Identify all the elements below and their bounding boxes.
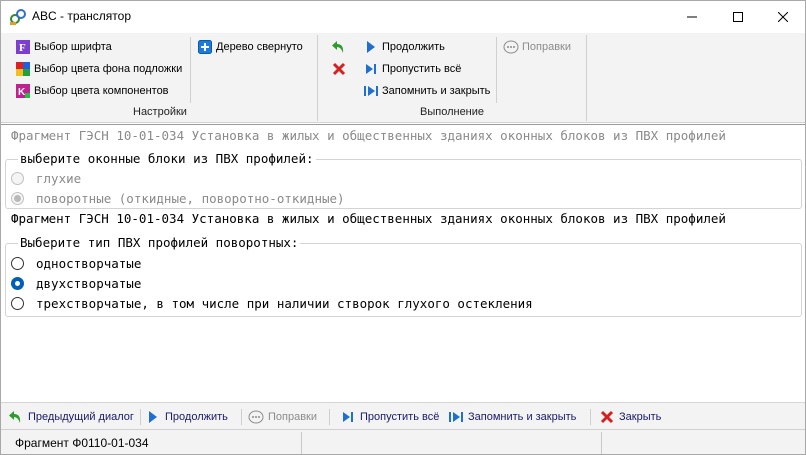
status-bar: Фрагмент Ф0110-01-034 — [1, 429, 805, 454]
app-window: ABC - транслятор F Выбор шрифта Выбор цв… — [0, 0, 806, 455]
close-red-icon — [599, 409, 615, 425]
play-icon — [363, 39, 379, 55]
close-button[interactable]: Закрыть — [599, 407, 661, 427]
ribbon-group-separator-2 — [586, 35, 587, 121]
remember-close-icon — [363, 83, 379, 99]
skip-icon — [363, 61, 379, 77]
app-icon — [9, 8, 27, 26]
status-separator — [601, 432, 602, 454]
corrections-icon — [248, 409, 264, 425]
back-arrow-icon — [8, 409, 24, 425]
svg-text:F: F — [19, 42, 26, 54]
ribbon-group-separator — [317, 35, 318, 121]
execution-group-label: Выполнение — [420, 106, 485, 118]
status-separator — [301, 432, 302, 454]
toolbar-separator — [140, 409, 141, 425]
ribbon-separator — [190, 37, 191, 103]
content-area: Фрагмент ГЭСН 10-01-034 Установка в жилы… — [1, 124, 805, 401]
profile-type-group: Выберите тип ПВХ профилей поворотных: од… — [5, 235, 802, 317]
cancel-button[interactable] — [331, 59, 350, 79]
toolbar-separator — [241, 409, 242, 425]
close-window-button[interactable] — [760, 1, 805, 33]
corrections-icon — [503, 39, 519, 55]
status-fragment: Фрагмент Ф0110-01-034 — [15, 436, 149, 450]
component-color-icon: K — [15, 83, 31, 99]
group-1-legend: выберите оконные блоки из ПВХ профилей: — [18, 151, 316, 166]
skip-icon — [340, 409, 356, 425]
fragment-title-2: Фрагмент ГЭСН 10-01-034 Установка в жилы… — [11, 211, 726, 226]
maximize-button[interactable] — [715, 1, 761, 33]
toolbar-separator — [329, 409, 330, 425]
window-title: ABC - транслятор — [32, 9, 132, 23]
ribbon: F Выбор шрифта Выбор цвета фона подложки… — [1, 33, 805, 123]
close-icon — [778, 12, 788, 22]
prev-dialog-button[interactable]: Предыдущий диалог — [8, 407, 134, 427]
continue-button-bottom[interactable]: Продолжить — [145, 407, 228, 427]
tree-collapsed-button[interactable]: Дерево свернуто — [197, 37, 303, 57]
radio-button-selected[interactable] — [11, 277, 24, 290]
tree-plus-icon — [197, 39, 213, 55]
ribbon-separator-2 — [496, 37, 497, 103]
back-arrow-button[interactable] — [331, 37, 350, 57]
fragment-title-1: Фрагмент ГЭСН 10-01-034 Установка в жилы… — [11, 128, 726, 143]
group-2-legend: Выберите тип ПВХ профилей поворотных: — [18, 235, 301, 250]
minimize-button[interactable] — [669, 1, 715, 33]
component-color-button[interactable]: K Выбор цвета компонентов — [15, 81, 169, 101]
radio-button[interactable] — [11, 172, 24, 185]
option-triple-leaf[interactable]: трехстворчатые, в том числе при наличии … — [11, 296, 533, 311]
corrections-button-bottom[interactable]: Поправки — [248, 407, 317, 427]
palette-icon — [15, 61, 31, 77]
remember-close-button-bottom[interactable]: Запомнить и закрыть — [448, 407, 576, 427]
title-bar: ABC - транслятор — [1, 1, 805, 33]
skip-all-button[interactable]: Пропустить всё — [363, 59, 461, 79]
option-swivel[interactable]: поворотные (откидные, поворотно-откидные… — [11, 191, 345, 206]
bg-color-button[interactable]: Выбор цвета фона подложки — [15, 59, 182, 79]
corrections-button[interactable]: Поправки — [503, 37, 571, 57]
maximize-icon — [733, 12, 743, 22]
minimize-icon — [687, 16, 697, 18]
font-button[interactable]: F Выбор шрифта — [15, 37, 112, 57]
window-blocks-group: выберите оконные блоки из ПВХ профилей: … — [5, 151, 802, 209]
option-fixed[interactable]: глухие — [11, 171, 81, 186]
skip-all-button-bottom[interactable]: Пропустить всё — [340, 407, 439, 427]
back-arrow-icon — [331, 39, 347, 55]
font-icon: F — [15, 39, 31, 55]
toolbar-separator — [590, 409, 591, 425]
option-double-leaf[interactable]: двухстворчатые — [11, 276, 141, 291]
play-icon — [145, 409, 161, 425]
remember-close-button[interactable]: Запомнить и закрыть — [363, 81, 490, 101]
option-single-leaf[interactable]: одностворчатые — [11, 256, 141, 271]
continue-button[interactable]: Продолжить — [363, 37, 445, 57]
settings-group-label: Настройки — [133, 106, 187, 118]
bottom-toolbar: Предыдущий диалог Продолжить Поправки Пр… — [1, 402, 805, 429]
svg-text:K: K — [18, 87, 26, 98]
radio-button[interactable] — [11, 297, 24, 310]
close-red-icon — [331, 61, 347, 77]
radio-button[interactable] — [11, 257, 24, 270]
remember-close-icon — [448, 409, 464, 425]
radio-button-checked[interactable] — [11, 192, 24, 205]
